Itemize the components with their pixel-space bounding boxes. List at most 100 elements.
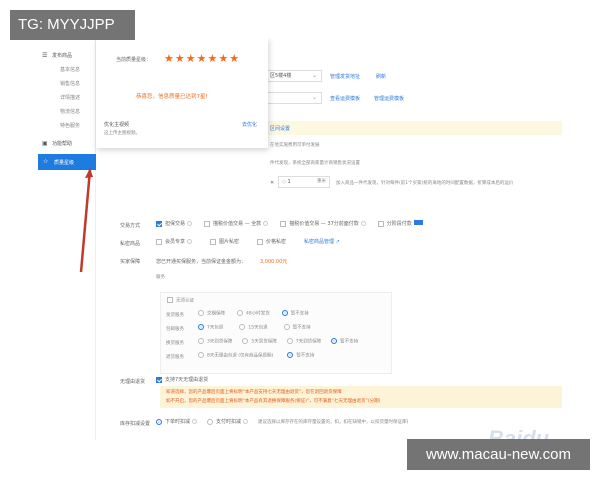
radio-label: 暂不支持 [340,339,359,345]
checkbox[interactable] [167,297,173,303]
radio-option[interactable]: 15天包退 [239,324,268,331]
no-reason-option[interactable]: 支持7天无理由退货 [156,376,208,383]
optimize-link[interactable]: 去优化 [242,121,257,128]
private-label: 私密商品 [120,241,141,247]
service-row: 交期保障 48小时发货 暂不支持 [198,310,309,317]
radio-option[interactable]: 交期保障 [198,310,225,317]
radio-option[interactable]: 8天无理由包退 (仅有商品保质期) [198,352,273,359]
radio[interactable] [207,418,214,425]
watermark-bottom-right: www.macau-new.com [407,439,590,470]
trade-option[interactable]: 描税价值交易 — 全款 [204,220,269,227]
radio[interactable] [287,352,294,358]
trade-label: 交易方式 [120,223,141,229]
radio-option[interactable]: 7天到货保障 [286,338,322,345]
radio-option[interactable]: 暂不支持 [283,324,311,331]
help-icon [187,221,193,226]
trade-option[interactable]: 担保交易 [156,220,193,227]
checkbox[interactable] [156,376,162,383]
radio[interactable] [281,310,288,316]
checkbox[interactable] [156,220,162,227]
radio[interactable] [286,338,293,344]
service-row-label: 换货服务 [166,341,184,346]
baidu-watermark: Baidu 经验 [488,426,550,440]
option-label: 分阶段付款 [386,221,412,227]
radio[interactable] [156,418,162,425]
radio-option[interactable]: 暂不支持 [287,352,314,359]
deposit-label: 买家保障 [120,259,141,265]
radio-option[interactable]: 5天到货保障 [242,338,277,345]
radio-label: 7天到货保障 [295,339,322,345]
service-row: 8天无理由包退 (仅有商品保质期) 暂不支持 [198,352,314,359]
radio-option[interactable]: 下单时扣减 [156,418,198,425]
radio[interactable] [242,338,249,344]
qty-hint: 加入商品一件代发现，针对每件(前1个买家)统的离地的时间配置数据，折算成本后的运… [336,181,514,186]
sidebar-item-services[interactable]: 特色服务 [60,122,80,129]
rating-label: 当前质量星级： [116,57,152,63]
trade-option[interactable]: 描税价值交易 — 37分前面付款 [280,220,366,227]
freight-select[interactable]: ⌄ [266,92,322,104]
arrow-annotation [79,168,93,273]
sidebar-item-detail[interactable]: 详情描述 [60,94,80,101]
radio[interactable] [331,338,338,344]
radio-option[interactable]: 支付时扣减 [207,418,249,425]
optimize-title: 优化主视频 [104,122,130,128]
radio-option[interactable]: 7天包退 [198,324,223,331]
address-select[interactable]: 区5楼4楼 ⌄ [266,70,322,82]
sidebar-group-label: 发布商品 [52,53,73,59]
radio[interactable] [198,324,204,330]
radio-label: 15天包退 [248,325,268,331]
checkbox[interactable] [210,238,217,245]
private-manage-link[interactable]: 私密商品管理 ↗ [304,238,340,245]
radio[interactable] [237,310,243,316]
star-icon: ★ [164,52,174,65]
radio[interactable] [198,352,204,358]
checkbox[interactable] [280,220,287,227]
subtitle-text: 无须认证 [176,298,194,304]
note-line-2: 件代发现，系统全部商家量计商销售状况设置 [270,161,360,166]
radio[interactable] [283,324,290,330]
optimize-desc: 这上传主图视频。 [104,131,140,136]
checkbox[interactable] [204,220,211,227]
star-rating: ★ ★ ★ ★ ★ ★ ★ [164,53,239,64]
star-icon: ★ [185,52,196,65]
help-icon [360,221,366,226]
help-icon [263,221,269,226]
checkbox[interactable] [257,238,264,245]
radio-label: 暂不支持 [292,325,311,331]
sidebar-item-basic[interactable]: 基本信息 [60,66,80,73]
view-freight-link[interactable]: 查看运费模板 [330,95,360,102]
sidebar-group-help[interactable]: ▣ 功能帮助 [42,140,72,147]
chevron-down-icon: ⌄ [311,72,317,79]
note-line-1: 在地实施费用可单付发展 [270,143,320,148]
radio-option[interactable]: 3天到货保障 [198,338,232,345]
checkbox[interactable] [377,220,384,227]
sidebar-item-logistics[interactable]: 物流信息 [60,108,80,115]
option-label: 描税价值交易 — 37分前面付款 [289,221,359,227]
manage-address-link[interactable]: 管理发货地址 [330,73,360,80]
list-icon: ☰ [42,51,48,59]
radio[interactable] [198,338,204,344]
close-icon[interactable]: ✕ [270,180,274,186]
manage-freight-link[interactable]: 管理运费模板 [374,95,404,102]
private-option[interactable]: 价格私密 [257,238,286,245]
sidebar-item-sales[interactable]: 销售信息 [60,80,80,87]
radio-option[interactable]: 暂不支持 [331,338,358,345]
qty-value: 1 [287,179,291,185]
sidebar-group-publish[interactable]: ☰ 发布商品 [42,52,72,59]
private-option[interactable]: 图片私密 [210,238,239,245]
warning-box: 知道选择，您的产品爆后页面上将标明“本产品支持七天无理由退货”，您在退回退货保障… [160,386,562,408]
radio-option[interactable]: 48小时发货 [237,310,270,317]
radio-option[interactable]: 暂不支持 [281,310,309,317]
trade-option[interactable]: 分阶段付款 [377,220,423,227]
private-option[interactable]: 会员专享 [156,238,193,245]
radio[interactable] [198,310,204,316]
checkbox[interactable] [156,238,162,245]
radio-label: 交期保障 [207,311,225,317]
interval-setting-link[interactable]: 区间设置 [270,125,290,132]
qty-input[interactable]: ◇ 1 重米 [278,176,330,188]
radio[interactable] [239,324,246,330]
service-row-label: 包邮服务 [166,327,184,332]
service-row-label: 发货服务 [166,313,184,318]
refresh-link[interactable]: 刷新 [376,73,386,80]
notice-bar: 区间设置 [266,121,562,135]
